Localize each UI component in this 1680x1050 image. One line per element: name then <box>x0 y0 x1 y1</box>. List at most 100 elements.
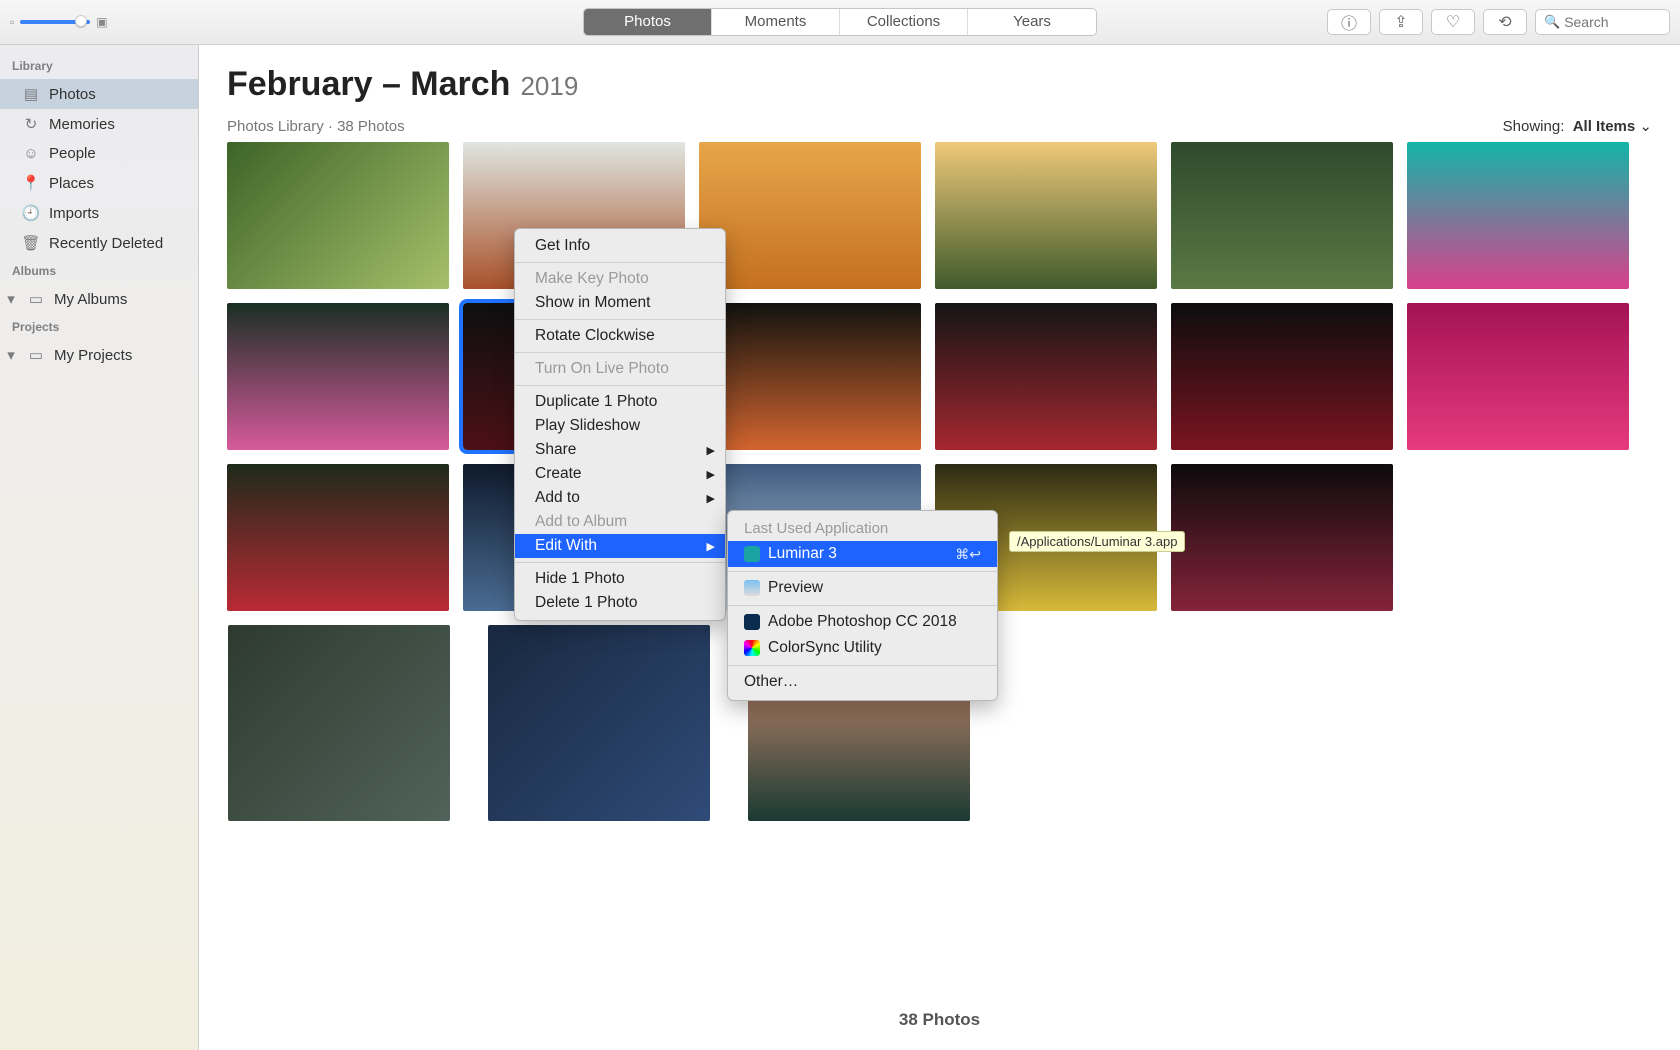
breadcrumb-sep: · <box>324 118 337 135</box>
submenu-colorsync[interactable]: ColorSync Utility <box>728 635 997 661</box>
rotate-icon: ⟲ <box>1498 12 1511 32</box>
sidebar-item-label: People <box>49 145 96 162</box>
context-menu: Get Info Make Key Photo Show in Moment R… <box>514 228 726 621</box>
submenu-preview[interactable]: Preview <box>728 571 997 601</box>
showing-value: All Items <box>1573 118 1636 135</box>
submenu-other[interactable]: Other… <box>728 665 997 695</box>
photo-thumb[interactable] <box>227 464 449 611</box>
photo-thumb[interactable] <box>1407 142 1629 289</box>
tab-years[interactable]: Years <box>968 9 1096 35</box>
sidebar-item-my-albums[interactable]: ▾▭My Albums <box>0 284 198 314</box>
photo-thumb[interactable] <box>699 303 921 450</box>
menu-make-key-photo: Make Key Photo <box>515 262 725 291</box>
toolbar-right: ⓘ ⇪ ♡ ⟲ 🔍 <box>1327 9 1670 35</box>
photo-thumb[interactable] <box>1171 464 1393 611</box>
photo-thumb[interactable] <box>1171 303 1393 450</box>
search-icon: 🔍 <box>1544 14 1560 30</box>
people-icon: ☺ <box>22 145 40 162</box>
chevron-down-icon: ⌄ <box>1639 118 1652 135</box>
menu-play-slideshow[interactable]: Play Slideshow <box>515 414 725 438</box>
preview-icon <box>744 580 760 596</box>
menu-create[interactable]: Create▶ <box>515 462 725 486</box>
menu-add-to-album: Add to Album <box>515 510 725 534</box>
sidebar-heading-projects: Projects <box>0 314 198 340</box>
sidebar-item-recently-deleted[interactable]: 🗑 Recently Deleted <box>0 228 198 258</box>
trash-icon: 🗑 <box>22 234 40 252</box>
info-button[interactable]: ⓘ <box>1327 9 1371 35</box>
pin-icon: 📍 <box>22 174 40 192</box>
showing-filter[interactable]: Showing: All Items ⌄ <box>1503 117 1652 135</box>
menu-add-to[interactable]: Add to▶ <box>515 486 725 510</box>
zoom-slider-group: ▫ ▣ <box>10 15 108 29</box>
share-button[interactable]: ⇪ <box>1379 9 1423 35</box>
menu-edit-with[interactable]: Edit With▶ <box>515 534 725 558</box>
footer-count: 38 Photos <box>899 1010 980 1030</box>
menu-delete[interactable]: Delete 1 Photo <box>515 591 725 615</box>
edit-with-submenu: Last Used Application Luminar 3⌘↩ Previe… <box>727 510 998 701</box>
menu-get-info[interactable]: Get Info <box>515 234 725 258</box>
colorsync-icon <box>744 640 760 656</box>
photo-thumb[interactable] <box>227 142 449 289</box>
showing-label: Showing: <box>1503 118 1565 135</box>
photo-thumb[interactable] <box>488 625 710 821</box>
disclosure-icon[interactable]: ▾ <box>6 346 16 364</box>
submenu-heading: Last Used Application <box>728 516 997 541</box>
photo-thumb[interactable] <box>699 142 921 289</box>
sidebar-item-people[interactable]: ☺ People <box>0 139 198 168</box>
menu-rotate-clockwise[interactable]: Rotate Clockwise <box>515 319 725 348</box>
memories-icon: ↻ <box>22 115 40 133</box>
disclosure-icon[interactable]: ▾ <box>6 290 16 308</box>
photo-count: 38 Photos <box>337 118 405 135</box>
heart-icon: ♡ <box>1446 12 1460 32</box>
sidebar-item-photos[interactable]: ▤Photos <box>0 79 198 109</box>
sidebar-item-label: My Projects <box>54 347 132 364</box>
photo-thumb[interactable] <box>228 625 450 821</box>
photo-thumb[interactable] <box>227 303 449 450</box>
zoom-in-icon: ▣ <box>96 15 107 29</box>
sidebar-item-places[interactable]: 📍 Places <box>0 168 198 198</box>
tooltip: /Applications/Luminar 3.app <box>1009 531 1185 552</box>
photoshop-icon <box>744 614 760 630</box>
photo-thumb[interactable] <box>1171 142 1393 289</box>
photo-thumb[interactable] <box>935 142 1157 289</box>
luminar-icon <box>744 546 760 562</box>
view-tabs: Photos Moments Collections Years <box>583 8 1097 36</box>
submenu-photoshop[interactable]: Adobe Photoshop CC 2018 <box>728 605 997 635</box>
search-input[interactable] <box>1564 14 1661 30</box>
photos-icon: ▤ <box>22 85 40 103</box>
tab-moments[interactable]: Moments <box>712 9 840 35</box>
folder-icon: ▭ <box>27 346 45 364</box>
submenu-arrow-icon: ▶ <box>707 468 715 481</box>
photo-thumb[interactable] <box>935 303 1157 450</box>
sidebar-item-my-projects[interactable]: ▾ ▭ My Projects <box>0 340 198 370</box>
zoom-slider[interactable] <box>20 20 90 24</box>
sidebar-item-label: Imports <box>49 205 99 222</box>
submenu-arrow-icon: ▶ <box>707 492 715 505</box>
info-icon: ⓘ <box>1341 10 1357 34</box>
folder-icon: ▭ <box>27 290 45 308</box>
menu-duplicate[interactable]: Duplicate 1 Photo <box>515 385 725 414</box>
submenu-arrow-icon: ▶ <box>707 540 715 553</box>
rotate-button[interactable]: ⟲ <box>1483 9 1527 35</box>
share-icon: ⇪ <box>1394 12 1407 32</box>
sidebar-heading-library: Library <box>0 53 198 79</box>
zoom-thumb[interactable] <box>75 15 87 27</box>
keyboard-shortcut: ⌘↩ <box>955 546 981 563</box>
submenu-arrow-icon: ▶ <box>707 444 715 457</box>
page-title-year: 2019 <box>520 71 578 102</box>
menu-share[interactable]: Share▶ <box>515 438 725 462</box>
menu-hide[interactable]: Hide 1 Photo <box>515 562 725 591</box>
sidebar-item-memories[interactable]: ↻Memories <box>0 109 198 139</box>
tab-photos[interactable]: Photos <box>584 9 712 35</box>
sidebar-item-label: Places <box>49 175 94 192</box>
menu-show-in-moment[interactable]: Show in Moment <box>515 291 725 315</box>
sidebar-item-imports[interactable]: 🕘 Imports <box>0 198 198 228</box>
search-field[interactable]: 🔍 <box>1535 9 1670 35</box>
breadcrumb: Photos Library <box>227 118 324 135</box>
submenu-luminar[interactable]: Luminar 3⌘↩ <box>728 541 997 567</box>
clock-icon: 🕘 <box>22 204 40 222</box>
sidebar-item-label: Recently Deleted <box>49 235 163 252</box>
tab-collections[interactable]: Collections <box>840 9 968 35</box>
favorite-button[interactable]: ♡ <box>1431 9 1475 35</box>
photo-thumb[interactable] <box>1407 303 1629 450</box>
